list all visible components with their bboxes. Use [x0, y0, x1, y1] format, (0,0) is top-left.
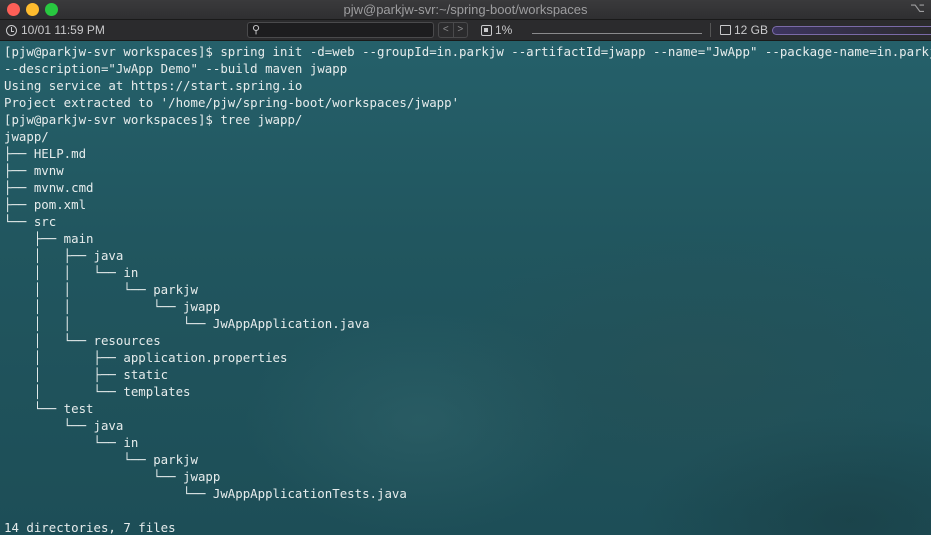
terminal-line: jwapp/: [4, 129, 49, 144]
window-title: pjw@parkjw-svr:~/spring-boot/workspaces: [343, 2, 588, 17]
status-divider: [710, 23, 711, 37]
terminal-line: │ ├── static: [4, 367, 169, 382]
terminal-line: └── parkjw: [4, 452, 198, 467]
terminal-line: └── src: [4, 214, 57, 229]
terminal-line: --description="JwApp Demo" --build maven…: [4, 61, 348, 76]
memory-usage: 12 GB: [720, 23, 768, 37]
search-icon: ⚲: [252, 24, 261, 36]
terminal-line: └── test: [4, 401, 94, 416]
datetime-label: 10/01 11:59 PM: [21, 23, 105, 37]
terminal-line: │ │ └── JwAppApplication.java: [4, 316, 370, 331]
terminal-line: │ │ └── jwapp: [4, 299, 221, 314]
terminal-line: ├── pom.xml: [4, 197, 87, 212]
terminal-line: ├── mvnw: [4, 163, 64, 178]
terminal-line: Project extracted to '/home/pjw/spring-b…: [4, 95, 460, 110]
terminal-line: ├── main: [4, 231, 94, 246]
option-key-icon: ⌥: [910, 1, 925, 16]
terminal-line: ├── mvnw.cmd: [4, 180, 94, 195]
terminal-line: │ ├── application.properties: [4, 350, 288, 365]
cpu-usage: 1%: [481, 23, 512, 37]
nav-forward-button[interactable]: >: [454, 23, 468, 37]
terminal-line: ├── HELP.md: [4, 146, 87, 161]
terminal-line: [pjw@parkjw-svr workspaces]$ spring init…: [4, 44, 931, 59]
terminal-line: └── JwAppApplicationTests.java: [4, 486, 407, 501]
status-bar: 10/01 11:59 PM ⚲ < > 1% 12 GB: [0, 20, 931, 41]
terminal-line: │ │ └── in: [4, 265, 139, 280]
terminal-line: │ ├── java: [4, 248, 124, 263]
search-input[interactable]: ⚲: [247, 22, 434, 38]
terminal-line: [pjw@parkjw-svr workspaces]$ tree jwapp/: [4, 112, 303, 127]
terminal-output[interactable]: [pjw@parkjw-svr workspaces]$ spring init…: [0, 41, 931, 535]
nav-buttons: < >: [438, 22, 468, 38]
title-bar: pjw@parkjw-svr:~/spring-boot/workspaces …: [0, 0, 931, 20]
nav-back-button[interactable]: <: [439, 23, 454, 37]
terminal-line: │ └── resources: [4, 333, 161, 348]
cpu-icon: [481, 24, 492, 36]
terminal-line: └── jwapp: [4, 469, 221, 484]
terminal-line: │ │ └── parkjw: [4, 282, 198, 297]
clock-icon: [6, 24, 17, 36]
status-clock: 10/01 11:59 PM: [6, 23, 105, 37]
memory-icon: [720, 25, 731, 35]
terminal-line: Using service at https://start.spring.io: [4, 78, 303, 93]
memory-usage-value: 12 GB: [734, 23, 769, 37]
terminal-line: 14 directories, 7 files: [4, 520, 176, 535]
terminal-line: │ └── templates: [4, 384, 191, 399]
memory-graph: [772, 26, 931, 35]
cpu-usage-value: 1%: [495, 23, 513, 37]
cpu-graph: [532, 33, 702, 34]
terminal-line: └── java: [4, 418, 124, 433]
terminal-line: └── in: [4, 435, 139, 450]
